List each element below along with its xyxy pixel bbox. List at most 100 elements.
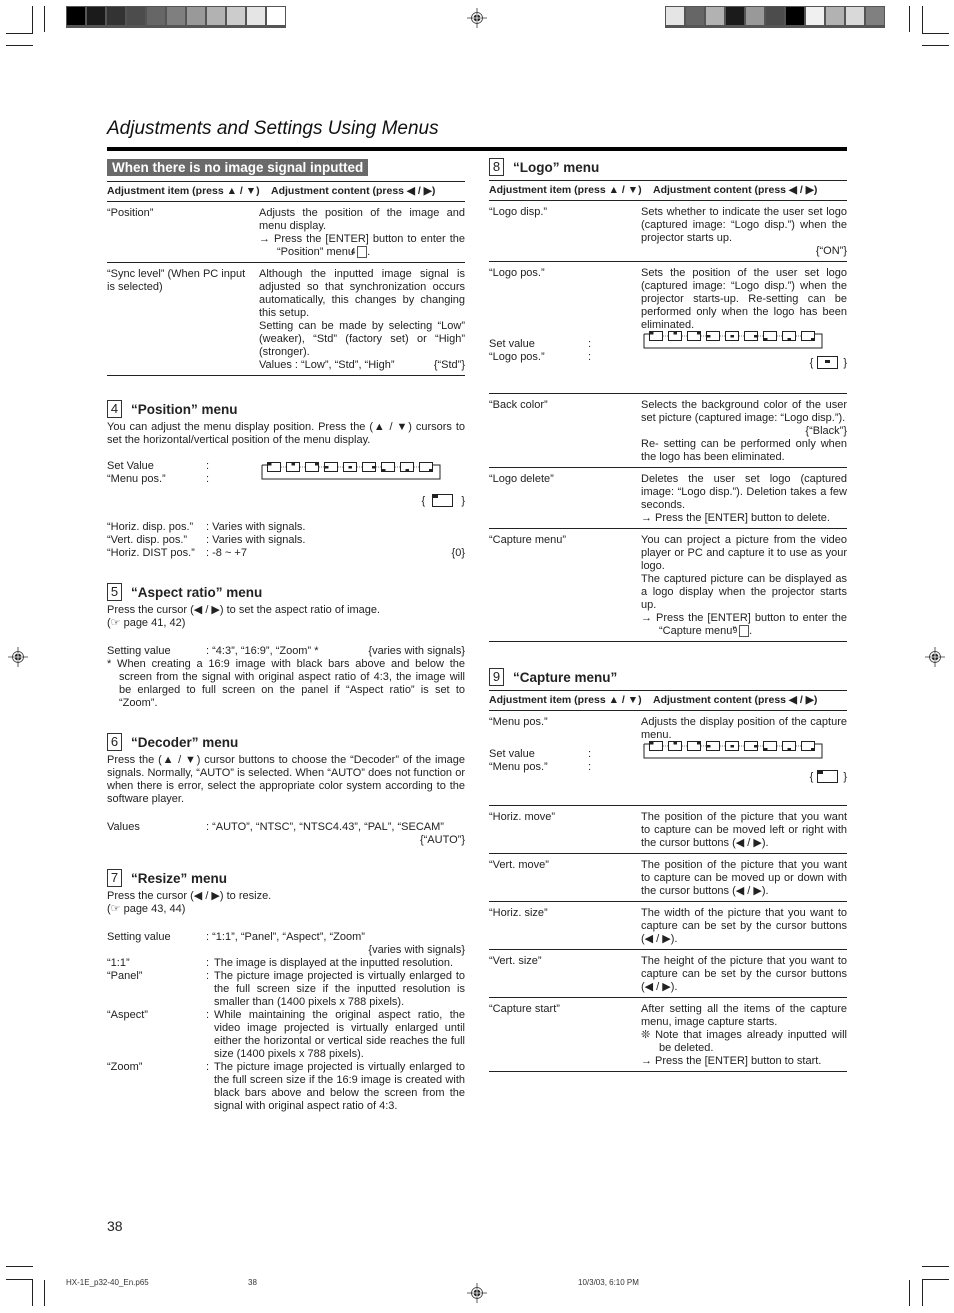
resize-items: “1:1”: The image is displayed at the inpu… <box>107 957 465 1112</box>
color-swatch <box>207 7 225 25</box>
table-row: “Vert. size” The height of the picture th… <box>489 950 847 998</box>
crop-mark <box>922 33 949 34</box>
color-swatch <box>167 7 185 25</box>
table-row: “Horiz. size” The width of the picture th… <box>489 902 847 950</box>
menu-position-diagram[interactable] <box>257 462 447 482</box>
decoder-default: {“AUTO”} <box>419 834 465 846</box>
item-content: Adjusts the position of the image and me… <box>259 207 465 232</box>
color-swatch <box>666 7 684 25</box>
footer-file: HX-1E_p32-40_En.p65 <box>66 1278 149 1287</box>
crop-mark <box>922 45 949 46</box>
capture-menu-heading: 9 “Capture menu” <box>489 668 847 686</box>
resize-menu-desc: Press the cursor (◀ / ▶) to resize. <box>107 890 272 902</box>
color-swatch <box>187 7 205 25</box>
crop-mark <box>32 1279 33 1306</box>
default-position: {} <box>809 770 847 783</box>
color-swatch <box>87 7 105 25</box>
position-menu-heading: 4 “Position” menu <box>107 400 465 418</box>
color-swatch <box>267 7 285 25</box>
item-content: Although the inputted image signal is ad… <box>259 268 465 319</box>
item-label: “Sync level” (When PC input is selected) <box>107 268 246 293</box>
aspect-footnote: * When creating a 16:9 image with black … <box>107 658 465 709</box>
resize-default: {varies with signals} <box>368 944 465 956</box>
ref-box[interactable]: 9 <box>733 625 750 638</box>
crop-mark <box>6 45 33 46</box>
default-position-icon <box>817 356 839 369</box>
color-swatch <box>247 7 265 25</box>
page-ref-link[interactable]: (☞ page 43, 44) <box>107 903 465 916</box>
crop-mark <box>6 1266 33 1267</box>
section-number: 6 <box>107 733 122 751</box>
crop-mark <box>922 1279 949 1280</box>
footer-page: 38 <box>248 1278 257 1287</box>
section-number: 8 <box>489 158 504 176</box>
crop-mark <box>44 1280 45 1306</box>
default-position-icon <box>817 770 839 783</box>
default-position: { } <box>421 494 465 507</box>
table-row: “Back color” Selects the background colo… <box>489 394 847 468</box>
right-column: 8 “Logo” menu Adjustment item (press ▲ /… <box>489 158 847 1072</box>
color-swatch <box>866 7 884 25</box>
table-header: Adjustment item (press ▲ / ▼) Adjustment… <box>489 180 847 201</box>
color-bar-left <box>66 6 286 28</box>
table-row: “Capture menu” You can project a picture… <box>489 529 847 642</box>
registration-mark-icon <box>467 8 487 28</box>
page-number: 38 <box>107 1218 123 1234</box>
section-number: 5 <box>107 583 122 601</box>
table-row: “Horiz. move” The position of the picture… <box>489 806 847 854</box>
color-swatch <box>826 7 844 25</box>
resize-menu-heading: 7 “Resize” menu <box>107 869 465 887</box>
table-row: “Logo disp.” Sets whether to indicate th… <box>489 201 847 262</box>
color-swatch <box>127 7 145 25</box>
decoder-values: Values: “AUTO”, “NTSC”, “NTSC4.43”, “PAL… <box>107 821 444 833</box>
table-row: “Vert. move” The position of the picture … <box>489 854 847 902</box>
aspect-menu-heading: 5 “Aspect ratio” menu <box>107 583 465 601</box>
item-label: “Position” <box>107 207 154 219</box>
color-swatch <box>147 7 165 25</box>
header-item: Adjustment item (press ▲ / ▼) <box>107 185 260 197</box>
section-number: 9 <box>489 668 504 686</box>
table-header: Adjustment item (press ▲ / ▼) Adjustment… <box>489 690 847 711</box>
left-column: When there is no image signal inputted A… <box>107 151 465 1113</box>
menu-pos-setting: Set Value: “Menu pos.”: { } <box>107 460 465 507</box>
default-position-icon <box>432 494 454 507</box>
crop-mark <box>6 33 33 34</box>
page-ref-link[interactable]: (☞ page 41, 42) <box>107 617 465 630</box>
section-number: 4 <box>107 400 122 418</box>
color-swatch <box>726 7 744 25</box>
position-menu-desc: You can adjust the menu display position… <box>107 421 465 446</box>
capture-position-diagram[interactable] <box>639 741 829 761</box>
logo-position-diagram[interactable] <box>639 331 829 351</box>
default-position: {} <box>809 356 847 369</box>
decoder-menu-desc: Press the (▲ / ▼) cursor buttons to choo… <box>107 754 465 805</box>
registration-mark-icon <box>925 647 945 667</box>
crop-mark <box>32 6 33 33</box>
color-swatch <box>686 7 704 25</box>
crop-mark <box>909 6 910 32</box>
crop-mark <box>6 1279 33 1280</box>
registration-mark-icon <box>467 1283 487 1303</box>
color-swatch <box>846 7 864 25</box>
color-swatch <box>107 7 125 25</box>
crop-mark <box>922 6 923 33</box>
color-swatch <box>227 7 245 25</box>
section-number: 7 <box>107 869 122 887</box>
registration-mark-icon <box>8 647 28 667</box>
resize-setting: Setting value: “1:1”, “Panel”, “Aspect”,… <box>107 931 365 943</box>
aspect-menu-desc: Press the cursor (◀ / ▶) to set the aspe… <box>107 604 381 616</box>
header-content: Adjustment content (press ◀ / ▶) <box>271 185 436 197</box>
item-note: → Press the [ENTER] button to enter the … <box>259 233 465 259</box>
logo-menu-heading: 8 “Logo” menu <box>489 158 847 176</box>
aspect-setting: Setting value: “4:3”, “16:9”, “Zoom” * {v… <box>107 645 465 657</box>
ref-box[interactable]: 4 <box>351 246 368 259</box>
table-row: “Position” Adjusts the position of the i… <box>107 202 465 263</box>
color-swatch <box>766 7 784 25</box>
color-swatch <box>806 7 824 25</box>
no-signal-banner: When there is no image signal inputted <box>107 159 369 176</box>
table-row: “Capture start” After setting all the it… <box>489 998 847 1072</box>
page-title: Adjustments and Settings Using Menus <box>107 118 439 139</box>
color-swatch <box>67 7 85 25</box>
table-row: “Menu pos.” Adjusts the display position… <box>489 711 847 806</box>
position-items: “Horiz. disp. pos.”: Varies with signals… <box>107 521 465 559</box>
color-swatch <box>706 7 724 25</box>
